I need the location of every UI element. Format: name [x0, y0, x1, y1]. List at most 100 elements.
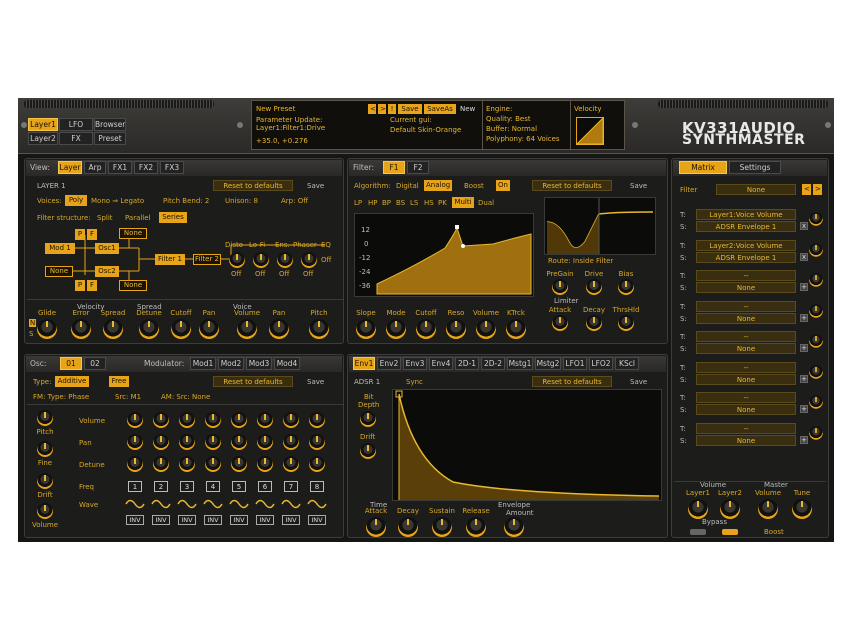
s-button[interactable]: S — [29, 330, 33, 338]
osc-reset-button[interactable]: Reset to defaults — [213, 376, 293, 387]
partial-knob[interactable] — [205, 434, 221, 450]
reso-knob[interactable] — [446, 319, 466, 339]
slot-source-select[interactable]: None — [696, 312, 796, 324]
bypass-layer1-toggle[interactable] — [690, 529, 706, 535]
type-hs[interactable]: HS — [424, 199, 434, 207]
slot-target-select[interactable]: -- — [696, 422, 796, 434]
partial-freq[interactable]: 7 — [284, 481, 298, 492]
next-preset-button[interactable]: > — [378, 104, 386, 114]
tab-kscl[interactable]: KScl — [615, 357, 639, 370]
tab-env4[interactable]: Env4 — [429, 357, 453, 370]
velocity-curve[interactable] — [576, 117, 604, 145]
mono-legato-toggle[interactable]: Mono ⇒ Legato — [91, 197, 144, 205]
partial-knob[interactable] — [179, 434, 195, 450]
slot-target-select[interactable]: Layer2:Voice Volume — [696, 239, 796, 251]
partial-knob[interactable] — [127, 434, 143, 450]
partial-knob[interactable] — [179, 456, 195, 472]
type-ls[interactable]: LS — [410, 199, 418, 207]
tab-2d2[interactable]: 2D-2 — [481, 357, 505, 370]
partial-inv-button[interactable]: INV — [126, 515, 144, 525]
filter1-node[interactable]: Filter 1 — [155, 254, 185, 265]
matrix-filter-select[interactable]: None — [716, 184, 796, 195]
cutoff-knob[interactable] — [416, 319, 436, 339]
osc2-f-button[interactable]: F — [87, 280, 97, 291]
ensemble-knob[interactable] — [277, 252, 293, 268]
partial-freq[interactable]: 6 — [258, 481, 272, 492]
tab-fx2[interactable]: FX2 — [134, 161, 158, 174]
pitch-knob[interactable] — [309, 319, 329, 339]
arp-value[interactable]: Arp: Off — [281, 197, 308, 205]
partial-knob[interactable] — [127, 412, 143, 428]
partial-wave-icon[interactable] — [125, 497, 145, 511]
filter-series-button[interactable]: Series — [159, 212, 187, 223]
type-pk[interactable]: PK — [438, 199, 447, 207]
voice-pan-knob[interactable] — [269, 319, 289, 339]
prev-preset-button[interactable]: < — [368, 104, 376, 114]
env-save-button[interactable]: Save — [630, 378, 647, 386]
osc1-mod-slot[interactable]: None — [119, 228, 147, 239]
partial-knob[interactable] — [257, 434, 273, 450]
boost-on-button[interactable]: On — [496, 180, 510, 191]
tab-mod3[interactable]: Mod3 — [246, 357, 272, 370]
partial-knob[interactable] — [309, 412, 325, 428]
type-multi[interactable]: Multi — [452, 197, 474, 208]
slot-add-button[interactable]: + — [800, 344, 808, 352]
partial-wave-icon[interactable] — [177, 497, 197, 511]
partial-freq[interactable]: 4 — [206, 481, 220, 492]
osc2-mod-slot[interactable]: None — [45, 266, 73, 277]
slot-target-select[interactable]: -- — [696, 331, 796, 342]
tab-mstg1[interactable]: Mstg1 — [507, 357, 533, 370]
bias-knob[interactable] — [618, 279, 634, 295]
slot-amount-knob[interactable] — [809, 334, 823, 348]
partial-freq[interactable]: 2 — [154, 481, 168, 492]
type-lp[interactable]: LP — [354, 199, 362, 207]
partial-freq[interactable]: 8 — [310, 481, 324, 492]
slot-amount-knob[interactable] — [809, 273, 823, 287]
glide-knob[interactable] — [37, 319, 57, 339]
boost-button[interactable]: Boost — [764, 528, 784, 536]
partial-inv-button[interactable]: INV — [282, 515, 300, 525]
master-volume-knob[interactable] — [758, 499, 778, 519]
filter2-node[interactable]: Filter 2 — [193, 254, 221, 265]
matrix-next-button[interactable]: > — [813, 184, 822, 195]
osc2-extra-slot[interactable]: None — [119, 280, 147, 291]
partial-knob[interactable] — [257, 412, 273, 428]
slot-add-button[interactable]: + — [800, 405, 808, 413]
n-button[interactable]: N — [29, 319, 37, 327]
slope-knob[interactable] — [356, 319, 376, 339]
slot-source-select[interactable]: None — [696, 434, 796, 446]
save-button[interactable]: Save — [398, 104, 422, 114]
filter-parallel-button[interactable]: Parallel — [125, 214, 151, 222]
volume-knob[interactable] — [476, 319, 496, 339]
tab-env1[interactable]: Env1 — [353, 357, 375, 370]
osc1-f-button[interactable]: F — [87, 229, 97, 240]
analog-button[interactable]: Analog — [424, 180, 452, 191]
reset-defaults-button[interactable]: Reset to defaults — [213, 180, 293, 191]
save-button[interactable]: Save — [307, 182, 324, 190]
tab-mod2[interactable]: Mod2 — [218, 357, 244, 370]
type-bp[interactable]: BP — [382, 199, 391, 207]
osc1-node[interactable]: Osc1 — [95, 243, 119, 254]
partial-wave-icon[interactable] — [229, 497, 249, 511]
tab-osc-01[interactable]: 01 — [60, 357, 82, 370]
ktrck-knob[interactable] — [506, 319, 526, 339]
bit-depth-knob[interactable] — [360, 411, 376, 427]
type-dual[interactable]: Dual — [478, 199, 494, 207]
cutoff-knob[interactable] — [171, 319, 191, 339]
tab-lfo[interactable]: LFO — [59, 118, 93, 131]
pitch-bend-value[interactable]: Pitch Bend: 2 — [163, 197, 209, 205]
partial-knob[interactable] — [309, 434, 325, 450]
osc1-p-button[interactable]: P — [75, 229, 85, 240]
partial-inv-button[interactable]: INV — [256, 515, 274, 525]
osc-fine-knob[interactable] — [37, 441, 53, 457]
tab-matrix[interactable]: Matrix — [679, 161, 727, 174]
slot-source-select[interactable]: None — [696, 404, 796, 415]
partial-knob[interactable] — [153, 412, 169, 428]
tab-fx3[interactable]: FX3 — [160, 161, 184, 174]
partial-freq[interactable]: 3 — [180, 481, 194, 492]
layer2-volume-knob[interactable] — [720, 499, 740, 519]
partial-inv-button[interactable]: INV — [204, 515, 222, 525]
tab-layer2[interactable]: Layer2 — [28, 132, 58, 145]
master-tune-knob[interactable] — [792, 499, 812, 519]
layer1-volume-knob[interactable] — [688, 499, 708, 519]
